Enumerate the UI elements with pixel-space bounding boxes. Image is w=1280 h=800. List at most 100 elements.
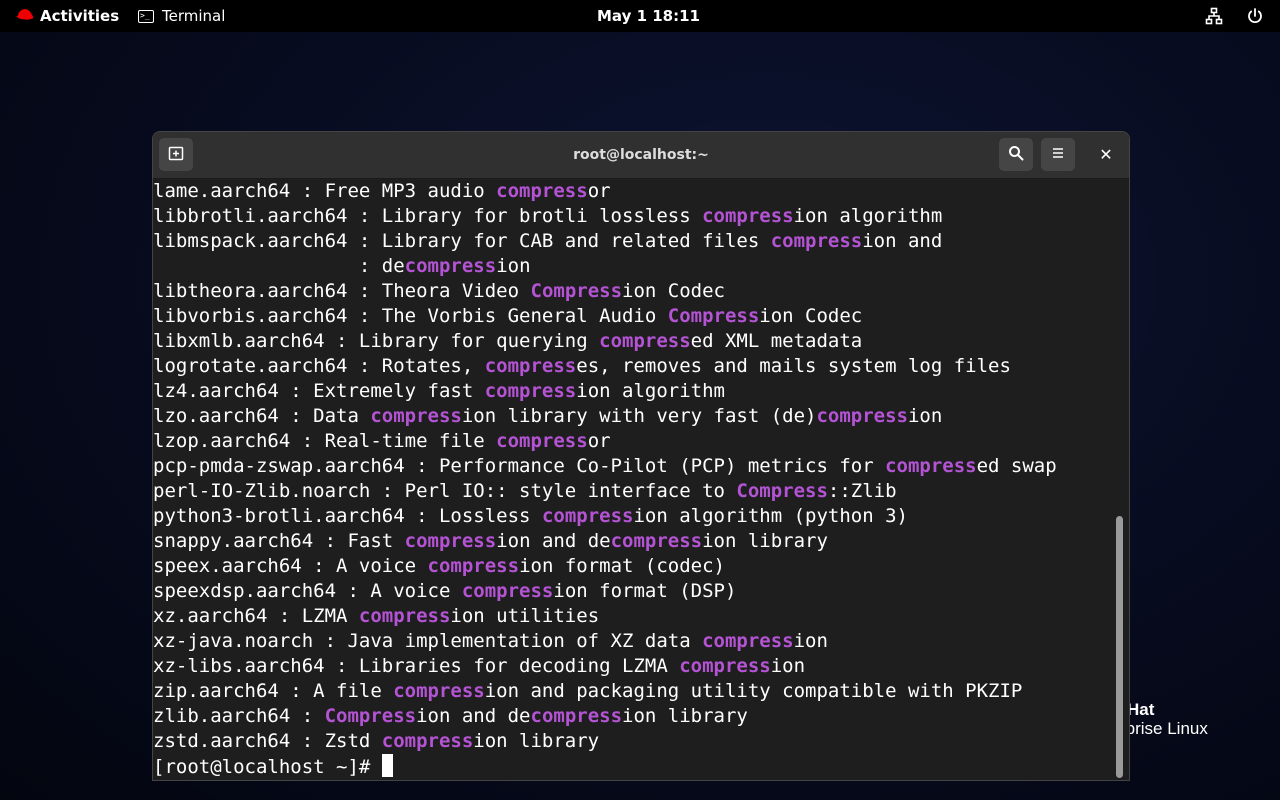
clock[interactable]: May 1 18:11 (597, 0, 700, 32)
search-icon (1008, 145, 1024, 165)
terminal-text: zstd.aarch64 : Zstd (153, 730, 382, 752)
search-match-highlight: Compress (324, 705, 417, 727)
terminal-icon: >_ (138, 9, 154, 23)
terminal-text: ion library (473, 730, 600, 752)
terminal-text: pcp-pmda-zswap.aarch64 : Performance Co-… (153, 455, 886, 477)
terminal-text: lame.aarch64 : Free MP3 audio (153, 180, 497, 202)
terminal-text: libbrotli.aarch64 : Library for brotli l… (153, 205, 703, 227)
terminal-output[interactable]: lame.aarch64 : Free MP3 audio compressor… (153, 179, 1113, 780)
terminal-text: or (587, 430, 611, 452)
hamburger-menu-icon (1051, 145, 1065, 164)
search-match-highlight: compress (461, 580, 554, 602)
terminal-text: lzop.aarch64 : Real-time file (153, 430, 497, 452)
terminal-line: xz-libs.aarch64 : Libraries for decoding… (153, 654, 1113, 679)
terminal-line: pcp-pmda-zswap.aarch64 : Performance Co-… (153, 454, 1113, 479)
terminal-text: ed XML metadata (690, 330, 863, 352)
terminal-text: lzo.aarch64 : Data (153, 405, 371, 427)
search-button[interactable] (999, 138, 1033, 171)
terminal-line: lame.aarch64 : Free MP3 audio compressor (153, 179, 1113, 204)
terminal-text: ion and de (496, 530, 611, 552)
terminal-text: libmspack.aarch64 : Library for CAB and … (153, 230, 771, 252)
terminal-text: or (587, 180, 611, 202)
terminal-line: lz4.aarch64 : Extremely fast compression… (153, 379, 1113, 404)
window-title: root@localhost:~ (573, 147, 709, 163)
terminal-text: ::Zlib (827, 480, 897, 502)
terminal-text: ion and (862, 230, 943, 252)
terminal-line: zlib.aarch64 : Compression and decompres… (153, 704, 1113, 729)
terminal-text: logrotate.aarch64 : Rotates, (153, 355, 485, 377)
terminal-text: ion (496, 255, 531, 277)
terminal-text: ion format (codec) (519, 555, 725, 577)
terminal-line: python3-brotli.aarch64 : Lossless compre… (153, 504, 1113, 529)
menu-button[interactable] (1041, 138, 1075, 171)
terminal-line: xz-java.noarch : Java implementation of … (153, 629, 1113, 654)
search-match-highlight: compress (381, 730, 474, 752)
text-cursor (381, 754, 393, 777)
terminal-line: lzop.aarch64 : Real-time file compressor (153, 429, 1113, 454)
search-match-highlight: compress (816, 405, 908, 427)
terminal-line: perl-IO-Zlib.noarch : Perl IO:: style in… (153, 479, 1113, 504)
terminal-text: ion algorithm (576, 380, 725, 402)
search-match-highlight: compress (496, 430, 588, 452)
search-match-highlight: compress (484, 355, 577, 377)
terminal-text: zlib.aarch64 : (153, 705, 325, 727)
terminal-line: libvorbis.aarch64 : The Vorbis General A… (153, 304, 1113, 329)
close-button[interactable]: ✕ (1089, 138, 1123, 171)
terminal-line: xz.aarch64 : LZMA compression utilities (153, 604, 1113, 629)
terminal-text: ion Codec (622, 280, 725, 302)
terminal-text: libtheora.aarch64 : Theora Video (153, 280, 531, 302)
terminal-line: libtheora.aarch64 : Theora Video Compres… (153, 279, 1113, 304)
shell-prompt: [root@localhost ~]# (153, 756, 382, 778)
terminal-text: libvorbis.aarch64 : The Vorbis General A… (153, 305, 668, 327)
search-match-highlight: compress (427, 555, 520, 577)
new-tab-icon (168, 145, 184, 165)
search-match-highlight: compress (404, 530, 497, 552)
terminal-text: perl-IO-Zlib.noarch : Perl IO:: style in… (153, 480, 737, 502)
search-match-highlight: compress (404, 255, 497, 277)
terminal-text: xz-java.noarch : Java implementation of … (153, 630, 703, 652)
activities-label: Activities (40, 7, 120, 25)
terminal-text: ion (907, 405, 943, 427)
terminal-text: libxmlb.aarch64 : Library for querying (153, 330, 600, 352)
terminal-window: root@localhost:~ ✕ lame.aarch64 : Free M… (152, 131, 1130, 781)
terminal-line: zstd.aarch64 : Zstd compression library (153, 729, 1113, 754)
terminal-line: snappy.aarch64 : Fast compression and de… (153, 529, 1113, 554)
terminal-text: speexdsp.aarch64 : A voice (153, 580, 462, 602)
search-match-highlight: compress (496, 180, 588, 202)
search-match-highlight: Compress (530, 280, 623, 302)
desktop-branding: Hat rprise Linux (1120, 700, 1208, 738)
header-bar[interactable]: root@localhost:~ ✕ (153, 132, 1129, 179)
search-match-highlight: Compress (736, 480, 828, 502)
terminal-text: ion library with very fast (de) (461, 405, 817, 427)
terminal-line: speexdsp.aarch64 : A voice compression f… (153, 579, 1113, 604)
terminal-line: speex.aarch64 : A voice compression form… (153, 554, 1113, 579)
scrollbar[interactable] (1116, 516, 1123, 778)
terminal-text: ion library (702, 530, 828, 552)
search-match-highlight: compress (370, 405, 462, 427)
terminal-text: ion (770, 655, 806, 677)
terminal-text: es, removes and mails system log files (576, 355, 1011, 377)
terminal-line: lzo.aarch64 : Data compression library w… (153, 404, 1113, 429)
close-icon: ✕ (1099, 145, 1113, 164)
search-match-highlight: compress (770, 230, 863, 252)
app-menu-button[interactable]: >_ Terminal (138, 0, 225, 32)
terminal-text: ion algorithm (793, 205, 943, 227)
terminal-text: zip.aarch64 : A file (153, 680, 394, 702)
terminal-line: : decompression (153, 254, 1113, 279)
search-match-highlight: compress (393, 680, 485, 702)
app-name-label: Terminal (162, 7, 226, 25)
terminal-text: ed swap (976, 455, 1057, 477)
search-match-highlight: compress (358, 605, 451, 627)
search-match-highlight: compress (702, 205, 794, 227)
new-tab-button[interactable] (159, 138, 193, 171)
terminal-line: libbrotli.aarch64 : Library for brotli l… (153, 204, 1113, 229)
activities-button[interactable]: Activities (16, 0, 119, 32)
terminal-line: logrotate.aarch64 : Rotates, compresses,… (153, 354, 1113, 379)
terminal-line: zip.aarch64 : A file compression and pac… (153, 679, 1113, 704)
search-match-highlight: compress (610, 530, 703, 552)
power-icon[interactable] (1246, 0, 1264, 32)
search-match-highlight: compress (679, 655, 771, 677)
terminal-text: ion algorithm (python 3) (633, 505, 908, 527)
prompt-line[interactable]: [root@localhost ~]# (153, 754, 1113, 779)
network-icon[interactable] (1205, 0, 1223, 32)
